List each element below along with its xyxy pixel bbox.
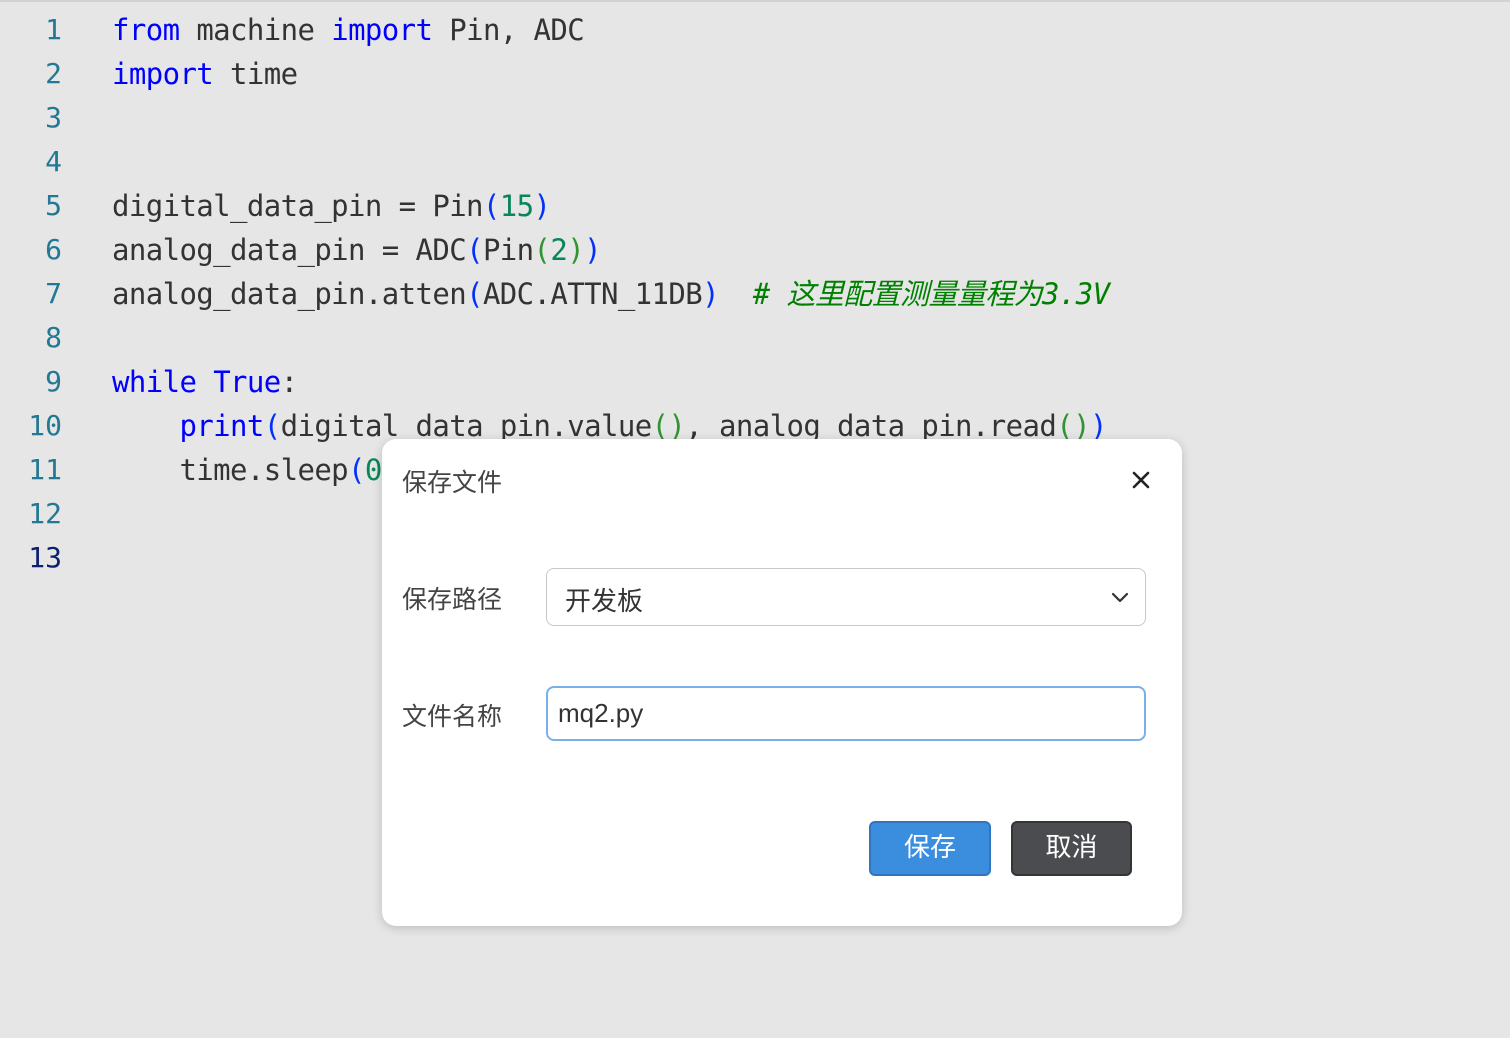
save-path-label: 保存路径: [402, 585, 503, 614]
code-token: ADC.ATTN_11DB: [482, 277, 703, 311]
chevron-down-icon: [1111, 592, 1129, 603]
cancel-button[interactable]: 取消: [1011, 821, 1132, 876]
code-token: time.sleep: [112, 453, 349, 487]
save-file-dialog: 保存文件 保存路径 开发板 文件名称 保存 取消: [382, 439, 1182, 926]
code-line[interactable]: 9 while True:: [0, 360, 1510, 404]
line-number: 1: [45, 13, 62, 46]
close-button[interactable]: [1126, 465, 1156, 495]
line-number: 12: [28, 497, 62, 530]
line-number: 3: [45, 101, 62, 134]
code-text: while True:: [112, 360, 298, 404]
code-token: 2: [550, 233, 568, 267]
code-token: ): [567, 233, 585, 267]
code-token: ): [702, 277, 719, 311]
code-token: Pin: [482, 233, 534, 267]
code-token: from: [112, 13, 180, 47]
code-token: Pin, ADC: [432, 13, 585, 47]
save-path-value: 开发板: [565, 587, 644, 617]
code-text: analog_data_pin.atten(ADC.ATTN_11DB) # 这…: [112, 272, 1110, 316]
line-number: 10: [28, 409, 62, 442]
code-token: while: [112, 365, 197, 399]
line-number: 5: [45, 189, 62, 222]
code-text: time.sleep(0: [112, 448, 382, 492]
code-token: import: [331, 13, 433, 47]
code-line[interactable]: 2 import time: [0, 52, 1510, 96]
code-token: ): [533, 189, 551, 223]
code-token: import: [112, 57, 214, 91]
close-icon: [1132, 471, 1150, 489]
file-name-input[interactable]: [546, 686, 1146, 741]
code-token: # 这里配置测量量程为3.3V: [719, 277, 1110, 311]
file-name-label: 文件名称: [402, 702, 503, 731]
dialog-title: 保存文件: [402, 468, 503, 497]
code-line[interactable]: 8: [0, 316, 1510, 360]
code-token: (): [1056, 409, 1090, 443]
code-token: digital_data_pin.value: [280, 409, 653, 443]
code-token: (: [263, 409, 281, 443]
code-token: analog_data_pin = ADC: [112, 233, 467, 267]
code-token: 0: [364, 453, 382, 487]
code-token: (: [533, 233, 551, 267]
code-text: from machine import Pin, ADC: [112, 8, 585, 52]
code-token: time: [213, 57, 298, 91]
save-button[interactable]: 保存: [869, 821, 991, 876]
code-token: (: [466, 233, 483, 267]
line-number: 13: [28, 541, 62, 574]
code-token: ): [1089, 409, 1107, 443]
code-token: :: [280, 365, 298, 399]
code-token: ): [584, 233, 602, 267]
code-line[interactable]: 3: [0, 96, 1510, 140]
code-token: True: [213, 365, 281, 399]
line-number: 6: [45, 233, 62, 266]
code-token: machine: [179, 13, 332, 47]
code-line[interactable]: 7 analog_data_pin.atten(ADC.ATTN_11DB) # …: [0, 272, 1510, 316]
code-line[interactable]: 1 from machine import Pin, ADC: [0, 8, 1510, 52]
code-token: (): [651, 409, 686, 443]
line-number: 2: [45, 57, 62, 90]
line-number: 11: [28, 453, 62, 486]
code-line[interactable]: 5 digital_data_pin = Pin(15): [0, 184, 1510, 228]
line-number: 8: [45, 321, 62, 354]
code-token: , analog_data_pin.read: [685, 409, 1057, 443]
code-token: digital_data_pin = Pin: [112, 189, 484, 223]
save-path-select[interactable]: 开发板: [546, 568, 1146, 626]
code-token: print: [179, 409, 264, 443]
line-number: 4: [45, 145, 62, 178]
code-token: (: [482, 189, 500, 223]
code-token: (: [348, 453, 365, 487]
code-text: import time: [112, 52, 298, 96]
line-number: 9: [45, 365, 62, 398]
code-token: 15: [499, 189, 534, 223]
code-token: (: [466, 277, 483, 311]
code-text: analog_data_pin = ADC(Pin(2)): [112, 228, 602, 272]
line-number: 7: [45, 277, 62, 310]
code-token: analog_data_pin.atten: [112, 277, 467, 311]
code-text: digital_data_pin = Pin(15): [112, 184, 551, 228]
code-line[interactable]: 4: [0, 140, 1510, 184]
code-line[interactable]: 6 analog_data_pin = ADC(Pin(2)): [0, 228, 1510, 272]
